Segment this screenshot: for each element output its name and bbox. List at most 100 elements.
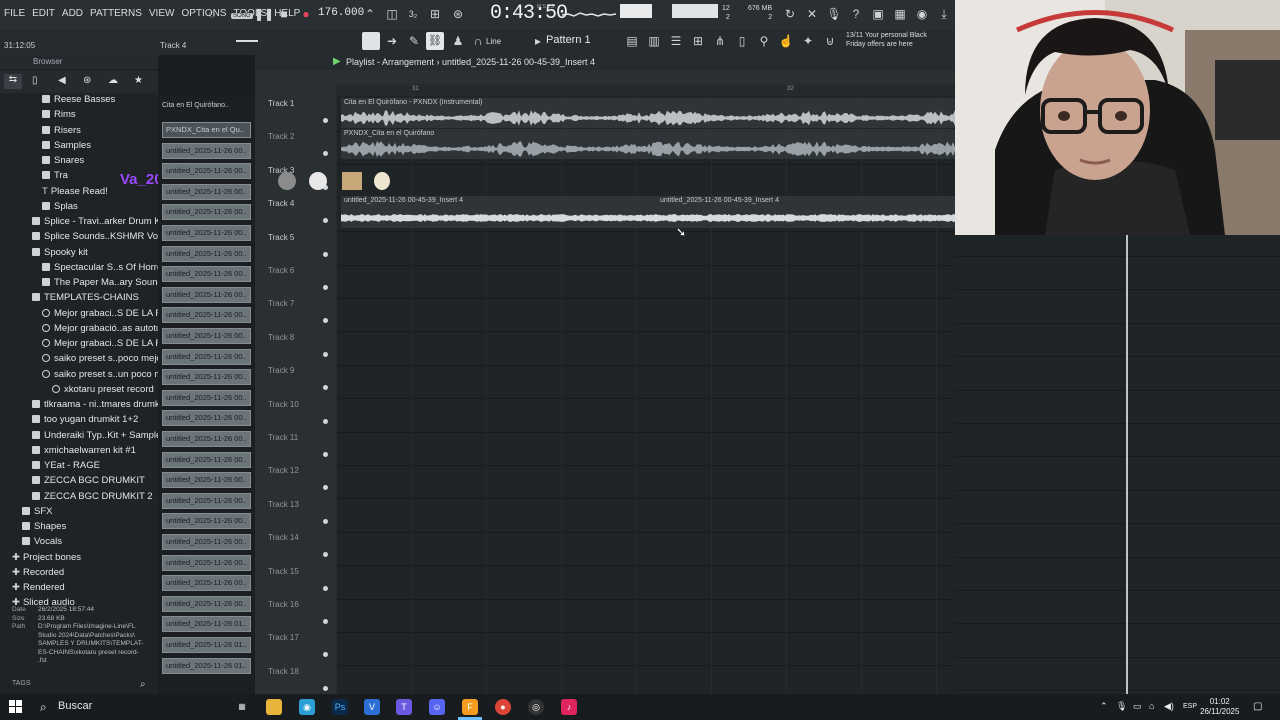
record-icon[interactable]: ●: [298, 6, 314, 22]
channel-rack-icon[interactable]: ☰: [668, 33, 684, 49]
track-label[interactable]: Track 7: [268, 299, 294, 308]
help-icon[interactable]: ?: [848, 6, 864, 22]
wait-input-icon[interactable]: ◫: [384, 6, 400, 22]
browser-item[interactable]: ✚ Rendered: [12, 582, 167, 597]
track-label[interactable]: Track 9: [268, 366, 294, 375]
track-mute-led[interactable]: [323, 251, 328, 257]
countdown-icon[interactable]: 3₂: [405, 6, 421, 22]
clip-item[interactable]: untitled_2025-11-26 00..: [162, 575, 251, 592]
pencil-icon[interactable]: ✎: [406, 33, 422, 49]
refresh-icon[interactable]: ↻: [782, 6, 798, 22]
browser-cloud-icon[interactable]: ☁: [108, 75, 118, 86]
browser-plugins-icon[interactable]: ⊛: [83, 75, 91, 86]
discord-icon[interactable]: ☺: [429, 699, 445, 715]
track-mute-led[interactable]: [323, 285, 328, 290]
microphone-icon[interactable]: 🎙: [826, 6, 842, 22]
track-label[interactable]: Track 5: [268, 233, 294, 242]
save-icon[interactable]: ▣: [870, 6, 886, 22]
main-pitch-slider[interactable]: [236, 40, 258, 42]
master-volume-bar[interactable]: [620, 4, 652, 18]
clip-item[interactable]: untitled_2025-11-26 01..: [162, 616, 251, 633]
pause-icon[interactable]: ❚❚: [254, 6, 274, 22]
track-label[interactable]: Track 18: [268, 667, 299, 676]
browser-back-icon[interactable]: ◀: [58, 75, 66, 86]
volume-icon[interactable]: ◀): [1164, 701, 1174, 712]
track-label[interactable]: Track 1: [268, 99, 294, 108]
track-label[interactable]: Track 8: [268, 333, 294, 342]
arrow-right-icon[interactable]: ➜: [384, 33, 400, 49]
clip-item[interactable]: untitled_2025-11-26 01..: [162, 657, 251, 674]
obs-icon[interactable]: ◎: [528, 699, 544, 715]
audio-clip[interactable]: Cita en El Quirófano - PXNDX (Instrument…: [341, 98, 956, 128]
vscode-icon[interactable]: V: [364, 699, 380, 715]
fl-studio-icon[interactable]: F: [462, 699, 478, 715]
language-indicator[interactable]: ESP: [1183, 703, 1197, 710]
display-icon[interactable]: ▭: [1133, 701, 1142, 712]
playlist-grid[interactable]: [336, 96, 956, 700]
chat-icon[interactable]: ◉: [914, 6, 930, 22]
pattern-selector[interactable]: Pattern 1: [546, 34, 591, 46]
promo-news[interactable]: 13/11 Your personal Black Friday offers a…: [846, 31, 927, 49]
track-mute-led[interactable]: [323, 418, 328, 424]
clip-item[interactable]: untitled_2025-11-26 00..: [162, 163, 251, 180]
step-edit-icon[interactable]: ⊞: [427, 6, 443, 22]
taskbar-search[interactable]: Buscar: [32, 697, 222, 717]
track-mute-led[interactable]: [323, 685, 328, 691]
track-label[interactable]: Track 11: [268, 433, 298, 442]
stamp-icon[interactable]: ♟: [450, 33, 466, 49]
steam-icon[interactable]: ◉: [299, 699, 315, 715]
timeline-ruler[interactable]: 31 32: [336, 84, 956, 96]
record-mode-icon[interactable]: ◌: [204, 6, 220, 22]
playlist-icon[interactable]: ▤: [624, 33, 640, 49]
browser-item[interactable]: Vocals: [22, 536, 177, 551]
file-explorer-icon[interactable]: [266, 699, 282, 715]
clip-item[interactable]: untitled_2025-11-26 00..: [162, 554, 251, 571]
playhead-marker[interactable]: [1126, 235, 1128, 694]
search-icon[interactable]: ⌕: [140, 679, 146, 690]
view-playlist-icon[interactable]: [362, 32, 380, 50]
track-label[interactable]: Track 10: [268, 400, 299, 409]
browser-item[interactable]: ✚ Project bones: [12, 552, 167, 567]
clip-item[interactable]: untitled_2025-11-26 00..: [162, 472, 251, 489]
track-mute-led[interactable]: [323, 118, 328, 123]
menu-patterns[interactable]: PATTERNS: [90, 8, 142, 19]
link-icon[interactable]: ⛓: [426, 32, 444, 50]
clip-item[interactable]: untitled_2025-11-26 00..: [162, 183, 251, 200]
clip-item[interactable]: untitled_2025-11-26 00..: [162, 369, 251, 386]
menu-view[interactable]: VIEW: [149, 8, 175, 19]
track-mute-led[interactable]: [323, 452, 328, 457]
track-label[interactable]: Track 13: [268, 500, 299, 509]
audio-clip[interactable]: PXNDX_Cita en el Quirófano: [341, 129, 956, 159]
clip-item[interactable]: untitled_2025-11-26 00..: [162, 389, 251, 406]
photoshop-icon[interactable]: Ps: [332, 699, 348, 715]
track-mute-led[interactable]: [323, 518, 328, 524]
clip-list-header[interactable]: Cita en El Quirófano..: [162, 102, 229, 109]
teams-icon[interactable]: T: [396, 699, 412, 715]
mixer-icon[interactable]: ⊞: [690, 33, 706, 49]
clip-item[interactable]: PXNDX_Cita en el Qu..: [162, 122, 251, 138]
touch-icon[interactable]: ☝: [778, 33, 794, 49]
menu-edit[interactable]: EDIT: [32, 8, 55, 19]
loop-record-icon[interactable]: ⊛: [450, 6, 466, 22]
audio-clip[interactable]: untitled_2025-11-26 00-45-39_Insert 4: [341, 196, 657, 228]
menu-file[interactable]: FILE: [4, 8, 25, 19]
snap-selector[interactable]: Line: [486, 37, 501, 46]
project-icon[interactable]: ▯: [734, 33, 750, 49]
windows-start-icon[interactable]: [9, 700, 22, 713]
network-icon[interactable]: ⌂: [1149, 701, 1154, 711]
track-mute-led[interactable]: [323, 585, 328, 591]
clip-item[interactable]: untitled_2025-11-26 00..: [162, 328, 251, 344]
download-icon[interactable]: ⤓: [936, 6, 952, 22]
clip-item[interactable]: untitled_2025-11-26 00..: [162, 245, 251, 262]
track-label[interactable]: Track 17: [268, 633, 299, 642]
browser-tags-label[interactable]: TAGS: [12, 680, 31, 687]
piano-roll-icon[interactable]: ▥: [646, 33, 662, 49]
browser-item[interactable]: SFX: [22, 506, 177, 521]
stop-icon[interactable]: ■: [276, 6, 292, 22]
browser-toggle-icon[interactable]: ⋔: [712, 33, 728, 49]
wand-icon[interactable]: ✦: [800, 33, 816, 49]
audio-clip[interactable]: untitled_2025-11-26 00-45-39_Insert 4: [657, 196, 956, 228]
metronome-icon[interactable]: ⌃: [362, 6, 378, 22]
browser-item[interactable]: ✚ Recorded: [12, 567, 167, 582]
microphone-tray-icon[interactable]: 🎙: [1116, 701, 1127, 712]
